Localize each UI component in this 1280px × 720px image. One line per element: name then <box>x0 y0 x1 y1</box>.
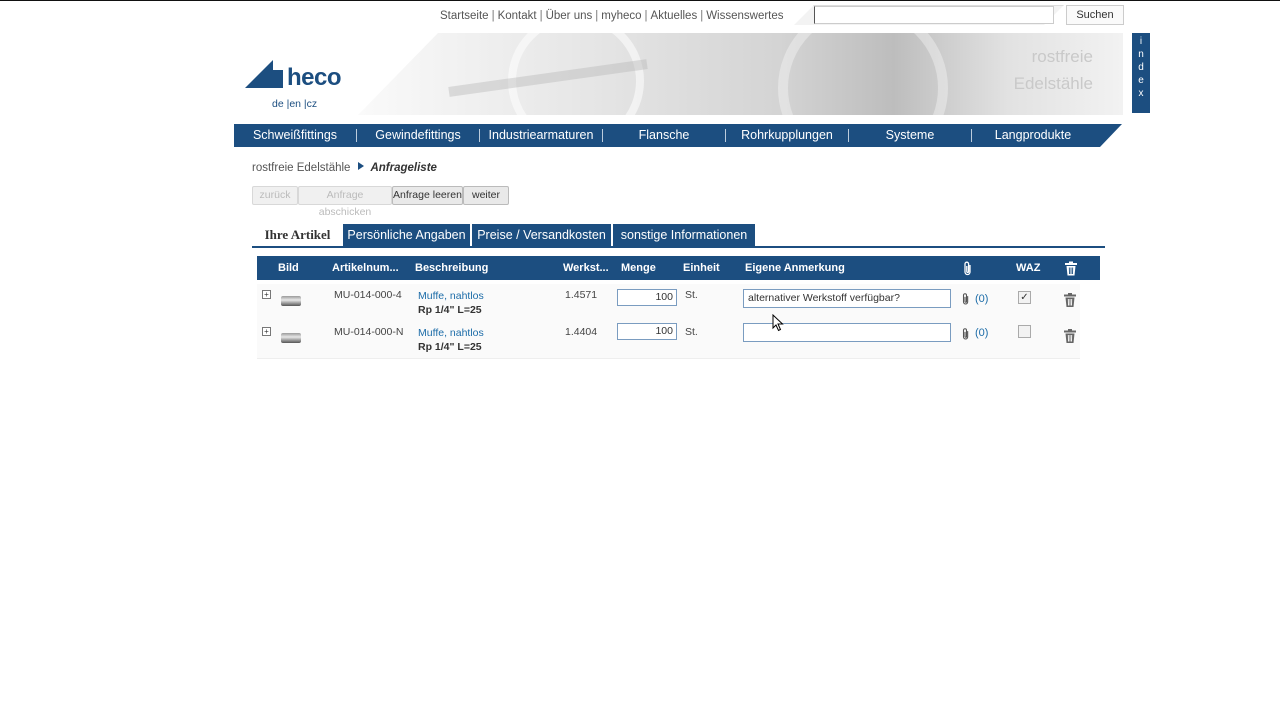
attachment-count[interactable]: (0) <box>975 327 988 339</box>
expand-icon[interactable]: + <box>262 290 271 299</box>
send-request-button[interactable]: Anfrage abschicken <box>298 186 392 218</box>
header-banner: rostfreie Edelstähle <box>358 33 1123 115</box>
material: 1.4404 <box>565 326 598 338</box>
nav-item-gewindefittings[interactable]: Gewindefittings <box>357 124 479 147</box>
link-ueber-uns[interactable]: Über uns <box>546 10 593 22</box>
breadcrumb-current: Anfrageliste <box>370 162 437 174</box>
separator: | <box>700 10 704 22</box>
search-input[interactable] <box>814 6 1054 24</box>
article-number: MU-014-000-4 <box>334 289 402 301</box>
main-nav: Schweißfittings Gewindefittings Industri… <box>234 124 1122 147</box>
tab-underline <box>252 246 1105 248</box>
next-button[interactable]: weiter <box>463 186 509 205</box>
table-row: + MU-014-000-N Muffe, nahtlos Rp 1/4" L=… <box>257 321 1080 359</box>
search-button[interactable]: Suchen <box>1066 5 1124 25</box>
trash-icon[interactable] <box>1063 328 1077 344</box>
quantity-input[interactable]: 100 <box>617 289 677 306</box>
note-input[interactable]: alternativer Werkstoff verfügbar? <box>743 289 951 308</box>
link-startseite[interactable]: Startseite <box>440 10 489 22</box>
unit: St. <box>685 289 698 301</box>
index-tab[interactable]: i n d e x <box>1132 33 1150 113</box>
expand-icon[interactable]: + <box>262 327 271 336</box>
table-row: + MU-014-000-4 Muffe, nahtlos Rp 1/4" L=… <box>257 284 1080 322</box>
index-letter: e <box>1138 75 1144 86</box>
mouse-cursor-icon <box>772 314 784 332</box>
column-header-quantity[interactable]: Menge <box>621 256 656 280</box>
description-link[interactable]: Muffe, nahtlos <box>418 327 484 339</box>
tab-ihre-artikel[interactable]: Ihre Artikel <box>252 224 343 246</box>
top-links: Startseite | Kontakt | Über uns | myheco | Aktue… <box>440 10 784 22</box>
description-link[interactable]: Muffe, nahtlos <box>418 290 484 302</box>
table-header: Bild Artikelnum... Beschreibung Werkst..… <box>257 256 1100 280</box>
separator: | <box>595 10 599 22</box>
attachment-count[interactable]: (0) <box>975 293 988 305</box>
index-letter: i <box>1139 36 1143 47</box>
description: Muffe, nahtlos Rp 1/4" L=25 <box>418 290 484 316</box>
language-switcher[interactable]: de |en |cz <box>272 98 317 110</box>
separator: | <box>491 10 495 22</box>
paperclip-icon[interactable] <box>961 327 971 341</box>
column-header-image: Bild <box>278 262 299 274</box>
index-letter: n <box>1138 49 1144 60</box>
column-header-material[interactable]: Werkst... <box>563 256 609 280</box>
top-border <box>0 0 1280 1</box>
description: Muffe, nahtlos Rp 1/4" L=25 <box>418 327 484 353</box>
nav-item-rohrkupplungen[interactable]: Rohrkupplungen <box>726 124 848 147</box>
tab-persoenliche-angaben[interactable]: Persönliche Angaben <box>343 224 470 246</box>
link-wissenswertes[interactable]: Wissenswertes <box>706 10 783 22</box>
index-letter: d <box>1138 62 1144 73</box>
product-thumbnail <box>281 333 301 343</box>
article-number: MU-014-000-N <box>334 326 404 338</box>
product-thumbnail <box>281 296 301 306</box>
clear-request-button[interactable]: Anfrage leeren <box>392 186 463 205</box>
column-header-note[interactable]: Eigene Anmerkung <box>745 256 845 280</box>
nav-item-langprodukte[interactable]: Langprodukte <box>972 124 1094 147</box>
separator: | <box>539 10 543 22</box>
separator: | <box>644 10 648 22</box>
logo-text: heco <box>287 64 342 91</box>
trash-icon[interactable] <box>1063 292 1077 308</box>
banner-image <box>358 33 1123 115</box>
column-header-article[interactable]: Artikelnum... <box>332 256 399 280</box>
tab-sonstige-informationen[interactable]: sonstige Informationen <box>613 224 755 246</box>
quantity-input[interactable]: 100 <box>617 323 677 340</box>
nav-item-industriearmaturen[interactable]: Industriearmaturen <box>480 124 602 147</box>
trash-icon[interactable] <box>1064 261 1078 276</box>
breadcrumb-parent[interactable]: rostfreie Edelstähle <box>252 162 350 174</box>
waz-checkbox[interactable] <box>1018 325 1031 338</box>
banner-decoration <box>778 33 948 115</box>
nav-item-flansche[interactable]: Flansche <box>603 124 725 147</box>
heco-logo[interactable]: heco <box>245 60 355 91</box>
logo-square <box>265 70 283 88</box>
search-box <box>794 5 1064 25</box>
paperclip-icon <box>964 261 971 276</box>
nav-item-schweissfittings[interactable]: Schweißfittings <box>234 124 356 147</box>
back-button[interactable]: zurück <box>252 186 298 205</box>
waz-checkbox[interactable]: ✓ <box>1018 291 1031 304</box>
banner-title-line1: rostfreie <box>1031 47 1093 66</box>
banner-title: rostfreie Edelstähle <box>1014 43 1093 97</box>
breadcrumb: rostfreie Edelstähle Anfrageliste <box>252 162 437 174</box>
link-aktuelles[interactable]: Aktuelles <box>651 10 698 22</box>
column-header-unit[interactable]: Einheit <box>683 256 720 280</box>
tab-bar: Ihre Artikel Persönliche Angaben Preise … <box>252 224 1105 249</box>
description-detail: Rp 1/4" L=25 <box>418 304 482 316</box>
chevron-right-icon <box>358 162 365 170</box>
material: 1.4571 <box>565 289 598 301</box>
index-letter: x <box>1138 88 1144 99</box>
link-kontakt[interactable]: Kontakt <box>498 10 537 22</box>
column-header-description[interactable]: Beschreibung <box>415 256 488 280</box>
unit: St. <box>685 326 698 338</box>
nav-item-systeme[interactable]: Systeme <box>849 124 971 147</box>
link-myheco[interactable]: myheco <box>601 10 641 22</box>
column-header-waz: WAZ <box>1016 262 1041 274</box>
paperclip-icon[interactable] <box>961 292 971 306</box>
description-detail: Rp 1/4" L=25 <box>418 341 482 353</box>
banner-title-line2: Edelstähle <box>1013 74 1093 93</box>
tab-preise-versandkosten[interactable]: Preise / Versandkosten <box>472 224 611 246</box>
